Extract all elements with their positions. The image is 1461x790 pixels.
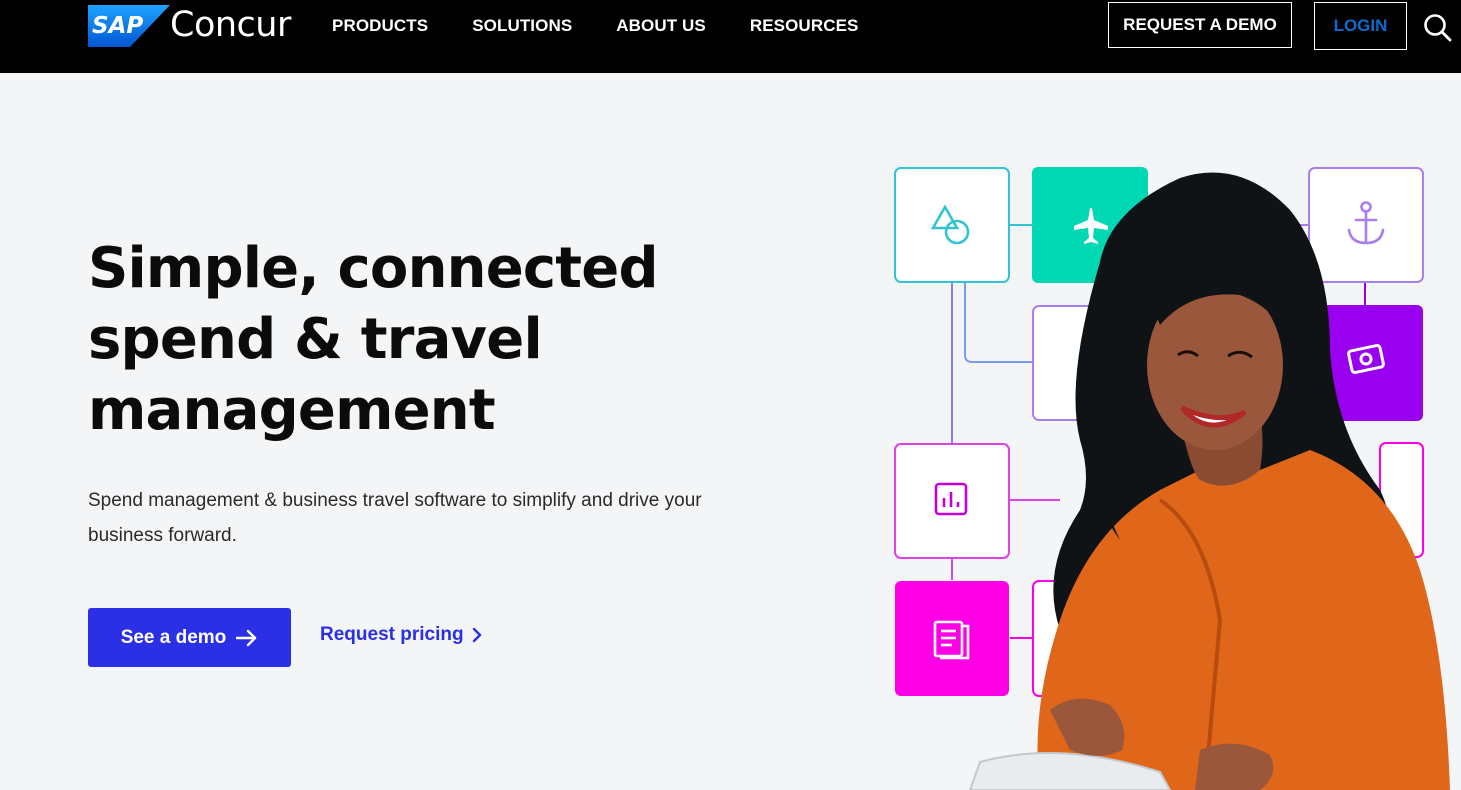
hero-illustration — [894, 167, 1450, 790]
see-demo-button[interactable]: See a demo — [88, 608, 291, 667]
nav-solutions[interactable]: SOLUTIONS — [472, 14, 572, 38]
sap-logo-text: SAP — [92, 13, 143, 39]
nav-products[interactable]: PRODUCTS — [332, 14, 428, 38]
nav-about-us[interactable]: ABOUT US — [616, 14, 706, 38]
tile-shapes — [894, 167, 1010, 283]
search-icon[interactable] — [1422, 12, 1452, 42]
tile-anchor — [1308, 167, 1424, 283]
login-button[interactable]: LOGIN — [1314, 2, 1407, 50]
tile-chart — [894, 443, 1010, 559]
chevron-right-icon — [472, 627, 481, 643]
main-nav: PRODUCTS SOLUTIONS ABOUT US RESOURCES — [332, 14, 902, 38]
request-pricing-link[interactable]: Request pricing — [320, 624, 482, 646]
request-pricing-label: Request pricing — [320, 624, 464, 645]
tile-document — [895, 581, 1009, 696]
nav-resources[interactable]: RESOURCES — [750, 14, 859, 38]
hero-subtitle: Spend management & business travel softw… — [88, 490, 702, 546]
sap-logo-badge: SAP — [88, 5, 170, 47]
arrow-right-icon — [236, 629, 257, 646]
brand-name[interactable]: Concur — [170, 4, 291, 46]
sap-logo[interactable]: SAP — [88, 4, 170, 48]
request-demo-button[interactable]: REQUEST A DEMO — [1108, 2, 1292, 48]
see-demo-label: See a demo — [120, 626, 227, 648]
top-nav-bar: SAP Concur PRODUCTS SOLUTIONS ABOUT US R… — [0, 0, 1461, 73]
hero-title: Simple, connected spend & travel managem… — [88, 236, 659, 443]
